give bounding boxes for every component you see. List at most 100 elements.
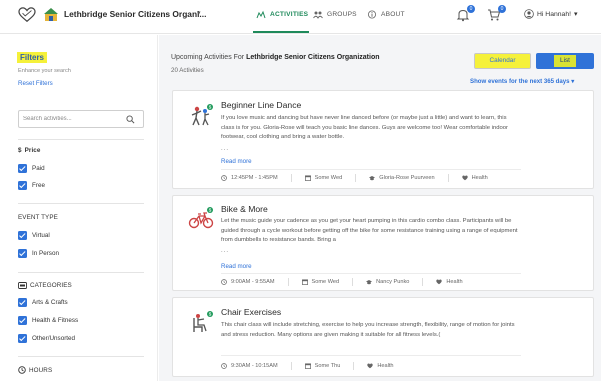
cart-button[interactable]: 0 xyxy=(487,5,506,22)
organization-dropdown-icon[interactable]: ▾ xyxy=(197,9,201,17)
divider xyxy=(447,174,449,182)
groups-icon xyxy=(313,11,323,19)
search-icon[interactable] xyxy=(126,115,135,124)
read-more-link[interactable]: Read more xyxy=(221,158,252,165)
nav-tab-groups[interactable]: GROUPS xyxy=(313,10,357,19)
checkbox-checked[interactable] xyxy=(18,334,27,343)
instructor-icon xyxy=(366,280,373,285)
checkbox-checked[interactable] xyxy=(18,181,27,190)
activity-title[interactable]: Bike & More xyxy=(221,204,268,214)
activity-day: Some Thu xyxy=(314,363,341,369)
filter-label: In Person xyxy=(32,250,59,257)
filter-virtual-checkbox[interactable]: Virtual xyxy=(18,231,50,240)
activity-description: Let the music guide your cadence as you … xyxy=(221,218,518,244)
organization-logo-icon[interactable] xyxy=(43,7,59,23)
reset-filters-link[interactable]: Reset Filters xyxy=(18,80,53,87)
checkbox-checked[interactable] xyxy=(18,164,27,173)
cart-count-badge: 0 xyxy=(498,5,506,13)
divider xyxy=(353,362,355,370)
activity-time: 12:45PM - 1:45PM xyxy=(231,175,278,181)
dollar-icon: $ xyxy=(18,147,22,154)
filter-health-fitness-checkbox[interactable]: Health & Fitness xyxy=(18,316,78,325)
filters-subtitle: Enhance your search xyxy=(18,68,71,74)
divider xyxy=(352,278,354,286)
divider xyxy=(221,169,521,170)
clock-icon xyxy=(18,366,26,374)
user-menu[interactable]: Hi Hannah! ▾ xyxy=(524,9,577,19)
filter-label: Other/Unsorted xyxy=(32,335,76,342)
divider xyxy=(422,278,424,286)
checkbox-checked[interactable] xyxy=(18,231,27,240)
filters-title: Filters xyxy=(17,52,48,63)
nav-tab-activities[interactable]: ACTIVITIES xyxy=(256,10,308,19)
filter-label: Virtual xyxy=(32,232,50,239)
list-view-button[interactable]: List xyxy=(536,53,594,69)
activity-card[interactable]: $ Chair Exercises This chair class will … xyxy=(172,297,594,377)
page-title: Upcoming Activities For Lethbridge Senio… xyxy=(171,54,380,61)
nav-label-activities: ACTIVITIES xyxy=(270,11,309,18)
activity-meta: 12:45PM - 1:45PM Some Wed Gloria-Rose Pu… xyxy=(221,174,488,182)
calendar-icon xyxy=(304,363,311,369)
divider xyxy=(221,273,521,274)
hours-label: HOURS xyxy=(29,366,53,374)
clock-icon xyxy=(221,279,227,285)
line-dance-icon: $ xyxy=(191,104,213,126)
calendar-view-button[interactable]: Calendar xyxy=(474,53,531,69)
divider xyxy=(290,174,292,182)
chevron-down-icon: ▾ xyxy=(571,78,575,85)
search-box xyxy=(18,110,144,128)
divider xyxy=(18,356,144,357)
filter-paid-checkbox[interactable]: Paid xyxy=(18,164,45,173)
activity-meta: 9:00AM - 9:55AM Some Wed Nancy Punko Hea… xyxy=(221,278,463,286)
activity-card[interactable]: $ Bike & More Let the music guide your c… xyxy=(172,195,594,291)
categories-section-header: CATEGORIES xyxy=(18,282,72,289)
notification-count-badge: 0 xyxy=(467,5,475,13)
notifications-button[interactable]: 0 xyxy=(456,5,475,22)
activity-title[interactable]: Chair Exercises xyxy=(221,307,281,317)
active-tab-indicator xyxy=(253,31,309,33)
read-more-link[interactable]: Read more xyxy=(221,263,252,270)
user-dropdown-icon: ▾ xyxy=(574,11,578,18)
filter-in-person-checkbox[interactable]: In Person xyxy=(18,249,59,258)
divider xyxy=(221,355,521,356)
nav-label-about: ABOUT xyxy=(381,11,405,18)
activity-day: Some Wed xyxy=(311,279,340,285)
description-ellipsis: ... xyxy=(221,146,230,152)
checkbox-checked[interactable] xyxy=(18,316,27,325)
activity-count: 20 Activities xyxy=(171,67,204,74)
clock-icon xyxy=(221,175,227,181)
chair-exercise-icon: $ xyxy=(193,311,213,332)
instructor-icon xyxy=(369,176,376,181)
nav-label-groups: GROUPS xyxy=(327,11,357,18)
filter-label: Arts & Crafts xyxy=(32,299,68,306)
date-range-label: Show events for the next 365 days xyxy=(470,78,570,85)
divider xyxy=(18,272,144,273)
divider xyxy=(290,362,292,370)
categories-icon xyxy=(18,282,27,289)
search-input[interactable] xyxy=(23,113,123,125)
page-title-prefix: Upcoming Activities For xyxy=(171,54,247,61)
activity-time: 9:30AM - 10:15AM xyxy=(231,363,278,369)
nav-tab-about[interactable]: ABOUT xyxy=(367,10,405,19)
checkbox-checked[interactable] xyxy=(18,249,27,258)
organization-name[interactable]: Lethbridge Senior Citizens Organi... xyxy=(64,9,206,19)
top-navigation-bar: Lethbridge Senior Citizens Organi... ▾ A… xyxy=(0,0,601,34)
filter-free-checkbox[interactable]: Free xyxy=(18,181,45,190)
date-range-dropdown[interactable]: Show events for the next 365 days ▾ xyxy=(470,78,574,85)
activity-meta: 9:30AM - 10:15AM Some Thu Health xyxy=(221,362,394,370)
activity-category: Health xyxy=(471,175,488,181)
filter-arts-crafts-checkbox[interactable]: Arts & Crafts xyxy=(18,298,68,307)
activity-title[interactable]: Beginner Line Dance xyxy=(221,100,301,110)
calendar-icon xyxy=(301,279,308,285)
filter-label: Health & Fitness xyxy=(32,317,79,324)
checkbox-checked[interactable] xyxy=(18,298,27,307)
filter-label: Free xyxy=(32,182,45,189)
filter-other-unsorted-checkbox[interactable]: Other/Unsorted xyxy=(18,334,75,343)
heart-icon xyxy=(367,363,374,369)
heart-logo-icon[interactable] xyxy=(18,7,36,23)
activity-category: Health xyxy=(377,363,394,369)
activity-card[interactable]: $ Beginner Line Dance If you love music … xyxy=(172,90,594,189)
activities-icon xyxy=(256,10,266,19)
activity-description: This chair class will include stretching… xyxy=(221,322,515,338)
user-greeting: Hi Hannah! xyxy=(537,10,572,18)
